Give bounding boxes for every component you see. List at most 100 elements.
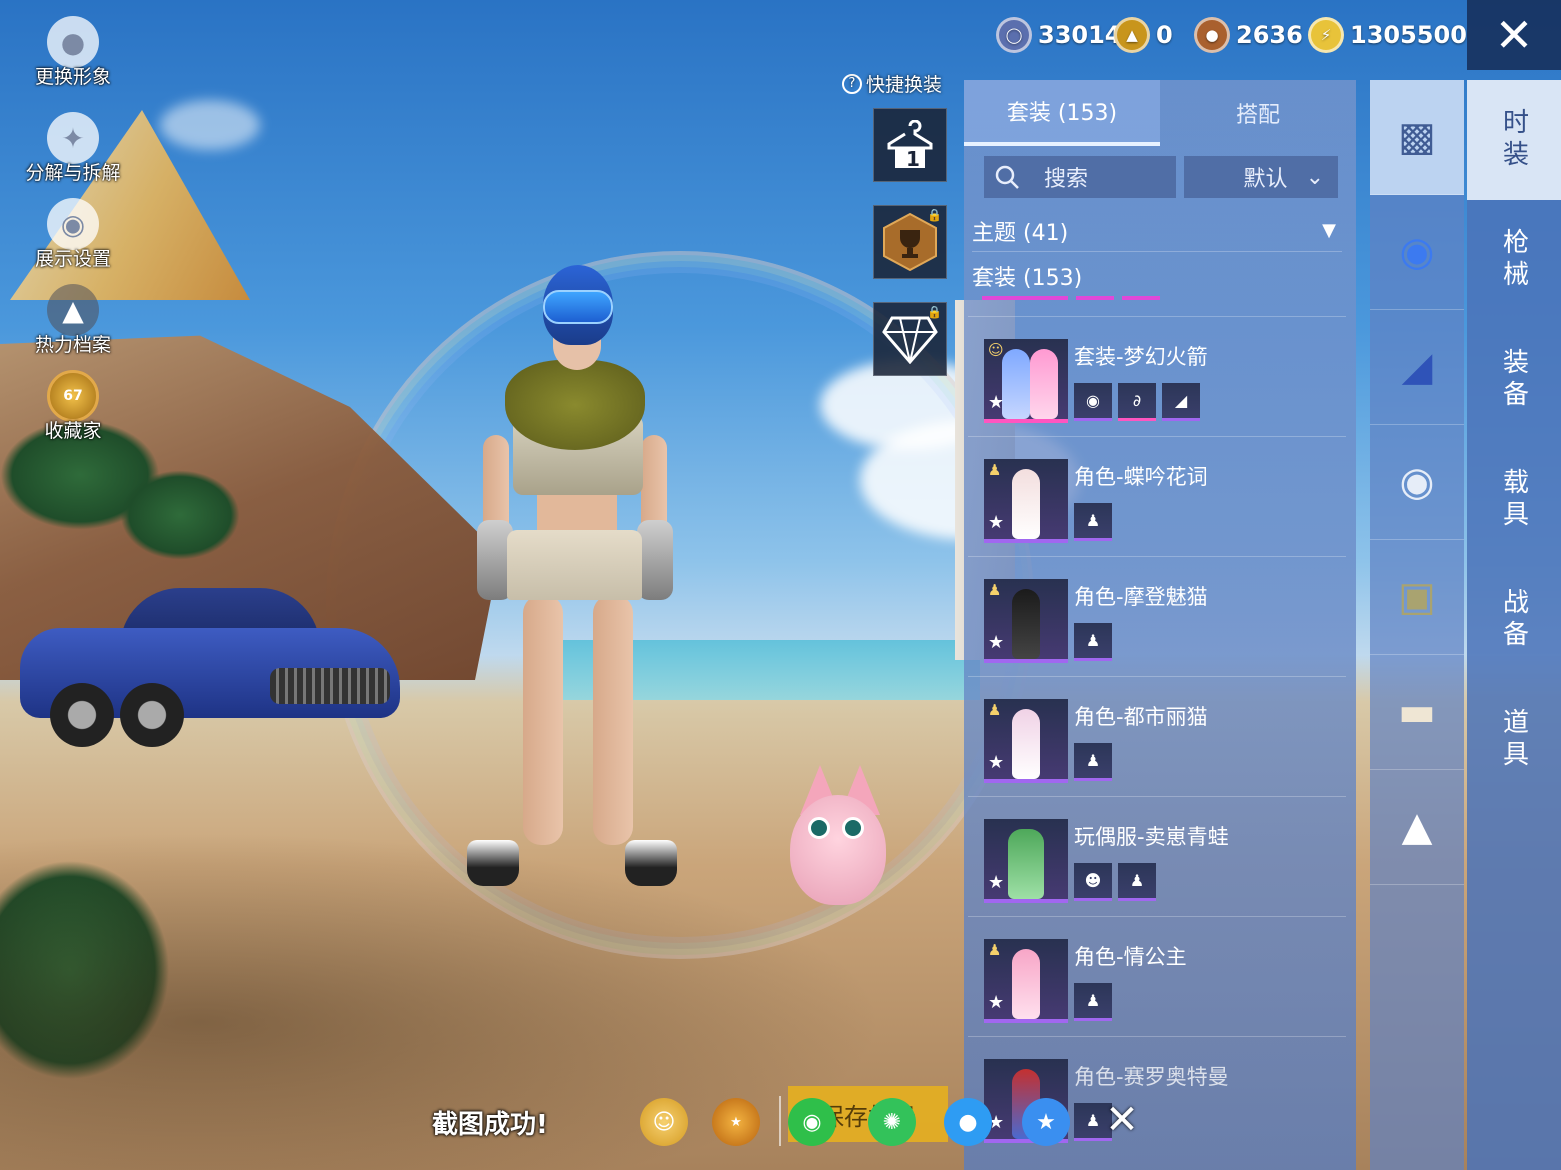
shoes-icon: ▲ [1401,804,1433,850]
character-shoe [467,840,519,886]
quick-change-label[interactable]: ? 快捷换装 [842,70,942,97]
category-shorts[interactable]: ▬ [1370,655,1464,770]
category-helmet[interactable]: ◉ [1370,195,1464,310]
nav-items[interactable]: 道具 [1467,680,1561,800]
heat-profile-button[interactable]: ▲ 热力档案 [18,284,128,357]
star-icon: ★ [988,752,1005,773]
tab-outfits[interactable]: 套装 (153) [964,80,1160,146]
nav-guns[interactable]: 枪械 [1467,200,1561,320]
theme-filter-label: 主题 (41) [972,220,1069,246]
item-thumbnail: ☺ ★ [984,339,1068,423]
share-divider [779,1096,781,1146]
nav-fashion[interactable]: 时装 [1467,80,1561,200]
qzone-icon[interactable]: ★ [1022,1098,1070,1146]
thumb-figure [1012,589,1040,659]
share-profile-icon[interactable]: ☺ [640,1098,688,1146]
change-avatar-button[interactable]: ● 更换形象 [18,16,128,89]
search-icon [995,165,1019,189]
person-icon: ♟ [988,701,1002,719]
list-item[interactable]: ★ 角色-赛罗奥特曼 ♟ [968,1036,1346,1156]
currency-silver-value: 33014 [1038,21,1122,49]
item-parts: ♟ [1074,503,1112,541]
currency-gold[interactable]: ▲ 0 [1114,14,1173,56]
currency-lightning-value: 1305500 [1350,21,1467,49]
nav-equipment[interactable]: 装备 [1467,320,1561,440]
nav-battle-prep[interactable]: 战备 [1467,560,1561,680]
nav-vehicles[interactable]: 载具 [1467,440,1561,560]
theme-filter-dropdown[interactable]: 主题 (41) ▼ [972,210,1342,252]
eye-icon: ◉ [47,198,99,250]
star-icon: ★ [988,632,1005,653]
thumb-figure [1030,349,1058,419]
search-input[interactable]: 搜索 [984,156,1176,198]
qq-icon[interactable]: ● [944,1098,992,1146]
pet-companion[interactable] [790,765,890,915]
shorts-icon: ▬ [1398,689,1436,735]
category-mask[interactable]: ◉ [1370,425,1464,540]
sort-dropdown[interactable]: 默认 ⌄ [1184,156,1338,198]
car-grill [270,668,390,704]
category-icon-column: ▩ ◉ ◢ ◉ ▣ ▬ ▲ [1370,80,1464,1170]
list-item[interactable]: ♟ ★ 角色-蝶吟花词 ♟ [968,436,1346,556]
coin-bronze-icon: ● [1194,17,1230,53]
suit-icon: ∂ [1118,383,1156,421]
category-fashion-box[interactable]: ▩ [1370,80,1464,195]
vehicle-car[interactable] [20,588,400,748]
quick-slot-1[interactable]: 1 [873,108,947,182]
list-item[interactable]: ♟ ★ 角色-情公主 ♟ [968,916,1346,1036]
collector-label: 收藏家 [44,420,102,442]
thumb-figure [1012,709,1040,779]
goggles-icon: ◢ [1401,344,1433,390]
character-leg [523,595,563,845]
list-item[interactable]: ♟ ★ 角色-摩登魅猫 ♟ [968,556,1346,676]
tab-combos[interactable]: 搭配 [1160,80,1356,146]
display-settings-button[interactable]: ◉ 展示设置 [18,198,128,271]
list-item[interactable]: ★ 玩偶服-卖崽青蛙 ☻ ♟ [968,796,1346,916]
currency-lightning[interactable]: ⚡ 1305500 [1308,14,1467,56]
search-placeholder: 搜索 [1044,167,1089,192]
quick-slot-trophy[interactable]: 🔒 [873,205,947,279]
coin-gold-icon: ▲ [1114,17,1150,53]
decompose-label: 分解与拆解 [25,162,121,184]
puzzle-icon: ✦ [47,112,99,164]
item-parts: ♟ [1074,983,1112,1021]
item-parts: ♟ [1074,743,1112,781]
character-scarf [505,360,645,450]
palm-tree [120,470,240,560]
car-wheel [120,683,184,747]
close-icon: ✕ [1494,8,1534,62]
currency-bronze[interactable]: ● 2636 [1194,14,1303,56]
change-avatar-label: 更换形象 [34,66,111,88]
close-button[interactable]: ✕ [1467,0,1561,70]
share-game-icon[interactable]: ★ [712,1098,760,1146]
list-item[interactable]: ♟ ★ 角色-都市丽猫 ♟ [968,676,1346,796]
helmet-icon: ◉ [1074,383,1112,421]
person-icon: ♟ [988,461,1002,479]
star-icon: ★ [988,992,1005,1013]
diamond-icon [882,316,938,364]
currency-silver[interactable]: ◯ 33014 [996,14,1122,56]
helmet-icon: ◉ [1399,229,1435,275]
coin-lightning-icon: ⚡ [1308,17,1344,53]
pet-eye [842,817,864,839]
category-shoes[interactable]: ▲ [1370,770,1464,885]
dress-icon: ♟ [1074,503,1112,541]
display-settings-label: 展示设置 [34,248,111,270]
category-goggles[interactable]: ◢ [1370,310,1464,425]
collector-button[interactable]: 67 收藏家 [18,370,128,443]
wechat-icon[interactable]: ◉ [788,1098,836,1146]
nav-equipment-label: 装备 [1498,348,1529,412]
help-icon: ? [842,73,862,94]
decompose-button[interactable]: ✦ 分解与拆解 [18,112,128,185]
list-item[interactable]: ☺ ★ 套装-梦幻火箭 ◉ ∂ ◢ [968,316,1346,436]
category-bar [1122,296,1160,300]
category-vest[interactable]: ▣ [1370,540,1464,655]
moments-icon[interactable]: ✺ [868,1098,916,1146]
mask-icon: ◉ [1399,459,1435,505]
player-character[interactable] [445,265,705,915]
dress-icon: ♟ [1074,983,1112,1021]
quick-slot-diamond[interactable]: 🔒 [873,302,947,376]
share-close-icon[interactable]: ✕ [1100,1097,1144,1143]
nav-vehicles-label: 载具 [1498,468,1529,532]
pet-body [790,795,886,905]
